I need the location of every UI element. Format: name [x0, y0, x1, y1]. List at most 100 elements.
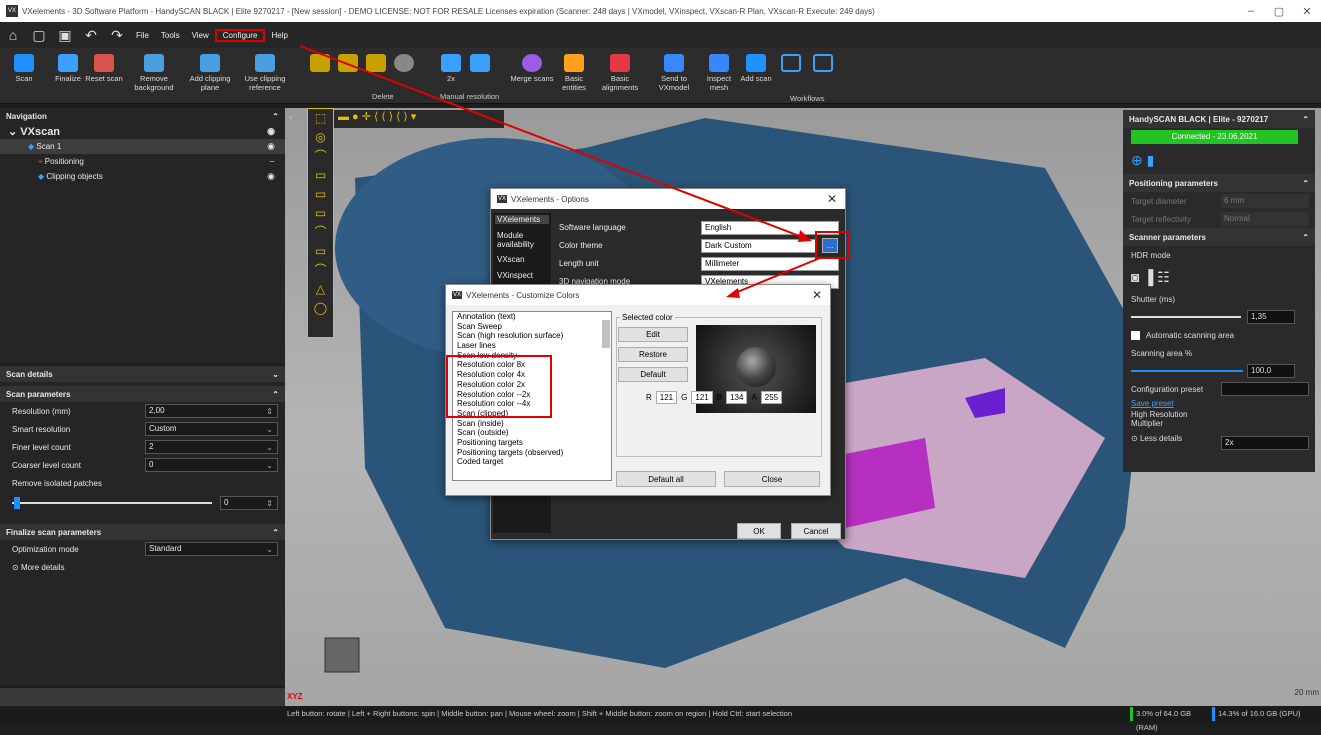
save-preset-link[interactable]: Save preset: [1123, 398, 1315, 409]
inspect-mesh-button[interactable]: Inspect mesh: [697, 48, 741, 104]
patches-input[interactable]: 0 ⇕: [220, 496, 278, 510]
scan-button[interactable]: Scan: [2, 48, 46, 104]
add-scan-button[interactable]: Add scan: [738, 48, 774, 104]
eye-icon[interactable]: ◉: [267, 171, 275, 182]
basic-entities-button[interactable]: Basic entities: [552, 48, 596, 104]
ram-usage: 3.0% of 64.0 GB (RAM): [1130, 707, 1206, 732]
color-theme-select[interactable]: Dark Custom: [701, 239, 817, 253]
list-item[interactable]: Scan Sweep: [453, 322, 611, 332]
hdr-mode-buttons[interactable]: ◙ ▐ ☷: [1123, 264, 1315, 290]
remove-background-button[interactable]: Remove background: [132, 48, 176, 104]
options-nav-vxscan[interactable]: VXscan: [497, 255, 525, 264]
redo-icon[interactable]: ↷: [104, 24, 130, 46]
add-clipping-plane-button[interactable]: Add clipping plane: [188, 48, 232, 104]
coarser-level-select[interactable]: 0 ⌄: [145, 458, 278, 472]
minimize-button[interactable]: –: [1237, 5, 1265, 17]
tree-root[interactable]: ⌄ VXscan ◉: [0, 124, 285, 139]
list-item[interactable]: Positioning targets: [453, 438, 611, 448]
eye-icon[interactable]: ◉: [267, 126, 275, 137]
send-to-vxmodel-button[interactable]: Send to VXmodel: [652, 48, 696, 104]
hidden-eye-icon[interactable]: ⌣: [269, 156, 275, 167]
default-all-button[interactable]: Default all: [616, 471, 716, 487]
ok-button[interactable]: OK: [737, 523, 781, 539]
cancel-button[interactable]: Cancel: [791, 523, 841, 539]
collapse-icon[interactable]: ⌃: [272, 112, 279, 121]
resolution-input[interactable]: 2,00 ⇕: [145, 404, 278, 418]
area-input[interactable]: 100,0: [1247, 364, 1295, 378]
optimization-select[interactable]: Standard ⌄: [145, 542, 278, 556]
maximize-button[interactable]: ▢: [1265, 5, 1293, 18]
list-scrollbar[interactable]: [602, 320, 610, 348]
finalize-header[interactable]: Finalize scan parameters ⌃: [0, 524, 285, 540]
reset-scan-button[interactable]: Reset scan: [82, 48, 126, 104]
tree-item-scan1[interactable]: ◆ Scan 1 ◉: [0, 139, 285, 154]
target-diameter-select[interactable]: 6 mm: [1221, 194, 1309, 208]
alpha-value[interactable]: 255: [760, 391, 783, 404]
clipping-icon: ◆: [38, 172, 47, 181]
selection-tools[interactable]: ⬚ ◎ ⌒ ▭ ▭ ▭ ⌒ ▭ ⌒ △ ◯: [308, 109, 333, 318]
merge-scans-button[interactable]: Merge scans: [510, 48, 554, 104]
delete-tool-2[interactable]: [338, 48, 358, 104]
hires-label: High Resolution Multiplier: [1131, 410, 1188, 428]
new-file-icon[interactable]: ▢: [26, 24, 52, 46]
list-item[interactable]: Coded target: [453, 457, 611, 467]
scanner-view-icons[interactable]: ⊕ ▮: [1123, 146, 1315, 174]
close-button[interactable]: ✕: [1293, 5, 1321, 18]
basic-alignments-button[interactable]: Basic alignments: [598, 48, 642, 104]
colors-close-icon[interactable]: ✕: [812, 288, 822, 302]
options-nav-module[interactable]: Module availability: [497, 231, 547, 249]
length-unit-select[interactable]: Millimeter: [701, 257, 839, 271]
save-icon[interactable]: ▣: [52, 24, 78, 46]
less-details-link[interactable]: ⊙ Less details: [1123, 429, 1315, 447]
shutter-slider[interactable]: [1131, 316, 1241, 318]
menu-configure[interactable]: Configure: [214, 28, 266, 42]
list-item[interactable]: Positioning targets (observed): [453, 448, 611, 458]
shutter-input[interactable]: 1,35: [1247, 310, 1295, 324]
menu-help[interactable]: Help: [265, 31, 293, 40]
smart-resolution-select[interactable]: Custom ⌄: [145, 422, 278, 436]
green-value[interactable]: 121: [691, 391, 713, 404]
edit-button[interactable]: Edit: [618, 327, 688, 342]
target-reflectivity-select[interactable]: Normal: [1221, 212, 1309, 226]
tree-item-positioning[interactable]: ⌖ Positioning ⌣: [0, 154, 285, 169]
delete-tool-1[interactable]: [310, 48, 330, 104]
undo-icon[interactable]: ↶: [78, 24, 104, 46]
list-item[interactable]: Scan (inside): [453, 419, 611, 429]
close-button[interactable]: Close: [724, 471, 820, 487]
auto-area-checkbox[interactable]: [1131, 330, 1140, 340]
delete-tool-4[interactable]: [394, 48, 414, 104]
list-item[interactable]: Scan (high resolution surface): [453, 331, 611, 341]
options-close-icon[interactable]: ✕: [827, 192, 837, 206]
scanner-parameters-header[interactable]: Scanner parameters ⌃: [1123, 228, 1315, 246]
tree-item-clipping[interactable]: ◆ Clipping objects ◉: [0, 169, 285, 184]
left-panel-tabs[interactable]: [0, 688, 285, 706]
collapse-panel-icon[interactable]: ‹: [289, 112, 292, 123]
restore-button[interactable]: Restore: [618, 347, 688, 362]
home-icon[interactable]: ⌂: [0, 24, 26, 46]
list-item[interactable]: Laser lines: [453, 341, 611, 351]
list-item[interactable]: Scan (outside): [453, 428, 611, 438]
use-clipping-reference-button[interactable]: Use clipping reference: [243, 48, 287, 104]
menu-tools[interactable]: Tools: [155, 31, 186, 40]
auto-area-row[interactable]: Automatic scanning area: [1123, 326, 1315, 344]
options-nav-vxinspect[interactable]: VXinspect: [497, 271, 533, 280]
area-slider[interactable]: [1131, 370, 1243, 372]
finer-level-select[interactable]: 2 ⌄: [145, 440, 278, 454]
view-cube[interactable]: [324, 637, 360, 673]
scan-parameters-header[interactable]: Scan parameters ⌃: [0, 386, 285, 402]
config-select[interactable]: [1221, 382, 1309, 396]
eye-icon[interactable]: ◉: [267, 141, 275, 152]
menu-view[interactable]: View: [186, 31, 215, 40]
options-nav-vxelements[interactable]: VXelements: [495, 215, 549, 224]
scan-details-header[interactable]: Scan details ⌄: [0, 366, 285, 382]
default-button[interactable]: Default: [618, 367, 688, 382]
red-value[interactable]: 121: [655, 391, 678, 404]
patches-slider[interactable]: [12, 502, 212, 504]
positioning-header[interactable]: Positioning parameters ⌃: [1123, 174, 1315, 192]
selection-toolbar[interactable]: ▬ ● ✛ ⟨ ⟨ ⟩ ⟨ ⟩ ▾: [334, 110, 504, 128]
more-details-link[interactable]: ⊙ More details: [0, 558, 285, 576]
menu-file[interactable]: File: [130, 31, 155, 40]
list-item[interactable]: Annotation (text): [453, 312, 611, 322]
slider-handle[interactable]: [14, 497, 20, 509]
blue-value[interactable]: 134: [726, 391, 748, 404]
